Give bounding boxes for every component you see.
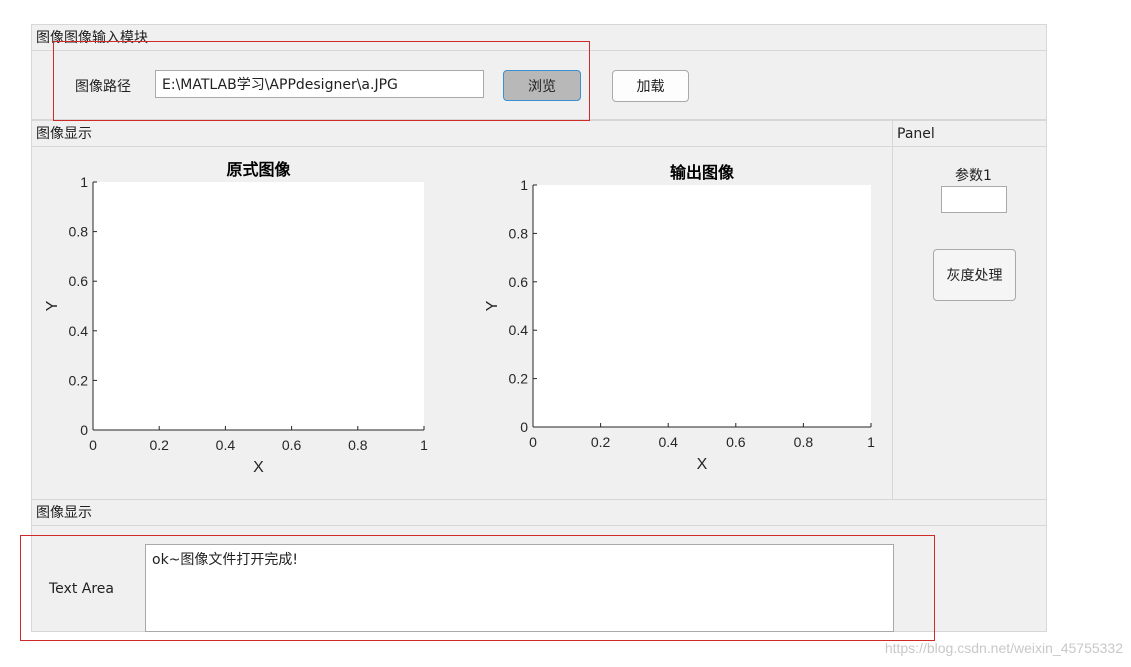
text-output-panel: 图像显示 Text Area xyxy=(31,499,1047,632)
x-tick-label: 0.6 xyxy=(282,437,302,453)
image-path-input[interactable] xyxy=(155,70,484,98)
y-tick-label: 0.8 xyxy=(509,225,529,241)
original-image-plot: 0 0.2 0.4 0.6 0.8 1 0 0.2 0.4 0.6 0.8 1 原式图像 X Y xyxy=(44,160,428,476)
image-display-panel-title: 图像显示 xyxy=(32,121,892,147)
side-panel-title: Panel xyxy=(893,121,1046,147)
y-tick-label: 0.4 xyxy=(509,322,529,338)
text-output-panel-title: 图像显示 xyxy=(32,500,1046,526)
grayscale-button[interactable]: 灰度处理 xyxy=(933,249,1016,301)
side-panel: Panel 参数1 灰度处理 xyxy=(892,120,1047,500)
plot-area xyxy=(533,185,871,427)
x-axis-title: X xyxy=(253,459,264,476)
original-image-axes[interactable]: 0 0.2 0.4 0.6 0.8 1 0 0.2 0.4 0.6 0.8 1 原式图像 X Y xyxy=(32,147,452,499)
output-image-plot: 0 0.2 0.4 0.6 0.8 1 0 0.2 0.4 0.6 0.8 1 输出图像 X Y xyxy=(484,163,875,473)
x-tick-label: 0.6 xyxy=(726,434,746,450)
browse-button[interactable]: 浏览 xyxy=(503,70,581,101)
y-tick-label: 1 xyxy=(80,174,88,190)
y-tick-label: 0.2 xyxy=(509,371,529,387)
x-tick-label: 0.4 xyxy=(216,437,236,453)
chart-title: 输出图像 xyxy=(670,163,735,182)
y-tick-label: 0 xyxy=(520,419,528,435)
y-axis-title: Y xyxy=(484,300,501,311)
y-tick-label: 0.6 xyxy=(509,274,529,290)
x-tick-label: 0.2 xyxy=(149,437,169,453)
y-tick-label: 0.4 xyxy=(69,323,89,339)
x-tick-label: 1 xyxy=(420,437,428,453)
watermark-text: https://blog.csdn.net/weixin_45755332 xyxy=(884,640,1123,656)
param1-input[interactable] xyxy=(941,186,1007,213)
y-tick-label: 0.8 xyxy=(69,224,89,240)
image-input-panel-title: 图像图像输入模块 xyxy=(32,25,1046,51)
status-text-area[interactable] xyxy=(145,544,894,632)
y-tick-label: 0.2 xyxy=(69,372,89,388)
x-tick-label: 0.8 xyxy=(348,437,368,453)
param1-label: 参数1 xyxy=(955,168,992,184)
x-tick-label: 1 xyxy=(867,434,875,450)
x-axis-title: X xyxy=(697,456,708,473)
plot-area xyxy=(93,182,424,430)
output-image-axes[interactable]: 0 0.2 0.4 0.6 0.8 1 0 0.2 0.4 0.6 0.8 1 输出图像 X Y xyxy=(472,147,892,499)
y-axis-title: Y xyxy=(44,300,61,311)
image-path-label: 图像路径 xyxy=(75,79,131,95)
text-area-label: Text Area xyxy=(49,581,114,597)
y-tick-label: 1 xyxy=(520,177,528,193)
x-tick-label: 0.4 xyxy=(658,434,678,450)
x-tick-label: 0.2 xyxy=(591,434,611,450)
chart-title: 原式图像 xyxy=(226,160,291,179)
image-display-panel: 图像显示 0 0.2 0.4 0.6 0.8 1 0 0.2 0.4 0.6 0.8 1 原式图像 X Y … xyxy=(31,120,893,500)
x-tick-label: 0 xyxy=(529,434,537,450)
y-tick-label: 0 xyxy=(80,422,88,438)
x-tick-label: 0 xyxy=(89,437,97,453)
load-button[interactable]: 加载 xyxy=(612,70,689,102)
x-tick-label: 0.8 xyxy=(794,434,814,450)
image-input-panel: 图像图像输入模块 图像路径 浏览 加载 xyxy=(31,24,1047,120)
y-tick-label: 0.6 xyxy=(69,273,89,289)
